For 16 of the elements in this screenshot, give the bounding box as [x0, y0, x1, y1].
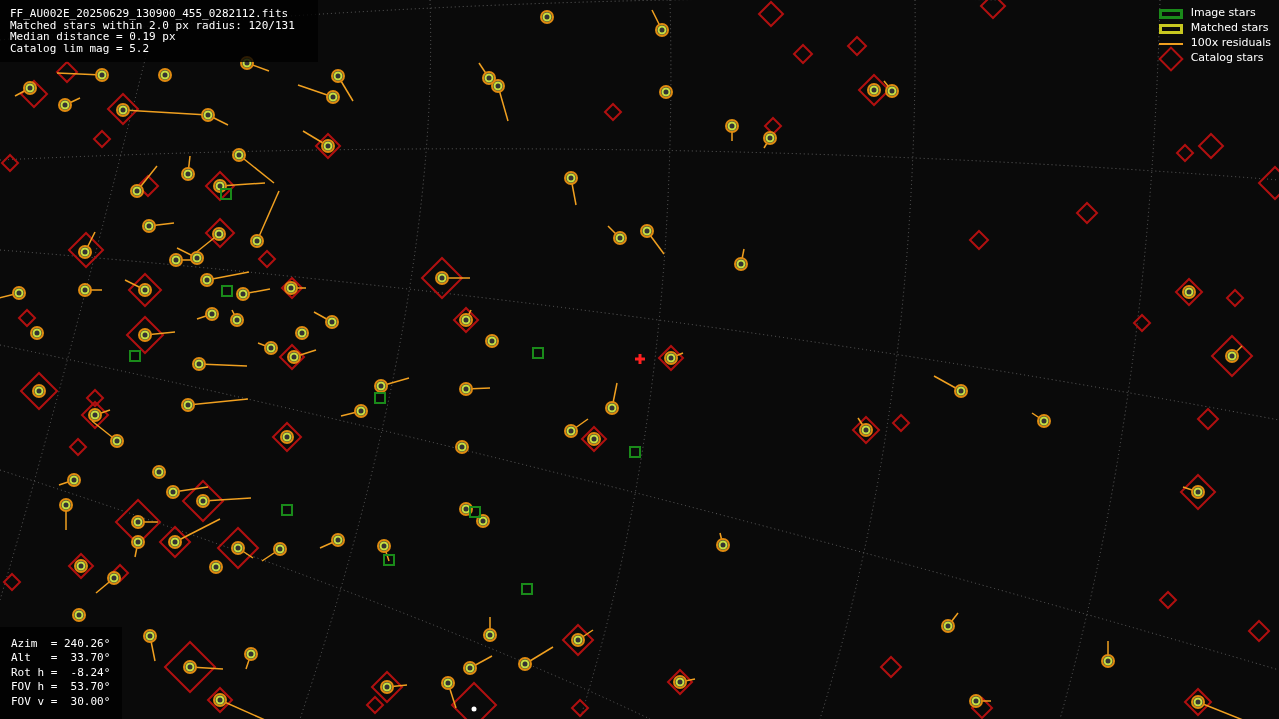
legend-label: Image stars	[1190, 5, 1256, 22]
pointing-text: Azim = 240.26°	[11, 636, 111, 651]
legend-label: Catalog stars	[1190, 50, 1264, 67]
image-star-square-icon	[1158, 8, 1183, 19]
info-text: Matched stars within 2.0 px radius: 120/131	[10, 19, 296, 31]
line-icon	[1158, 42, 1183, 45]
pointing-text: FOV v = 30.00°	[11, 694, 111, 709]
pointing-text: Alt = 33.70°	[11, 651, 111, 666]
info-text: FF_AU002E_20250629_130900_455_0282112.fits	[10, 8, 290, 20]
info-text: Median distance = 0.19 px	[10, 31, 176, 43]
pointing-text: FOV h = 53.70°	[11, 680, 111, 695]
legend-label: 100x residuals	[1190, 35, 1271, 52]
matched-star-square-icon	[1158, 23, 1183, 34]
pointing-text: Rot h = -8.24°	[11, 665, 111, 680]
info-text: Catalog lim mag = 5.2	[10, 42, 151, 54]
legend-label: Matched stars	[1190, 20, 1269, 37]
